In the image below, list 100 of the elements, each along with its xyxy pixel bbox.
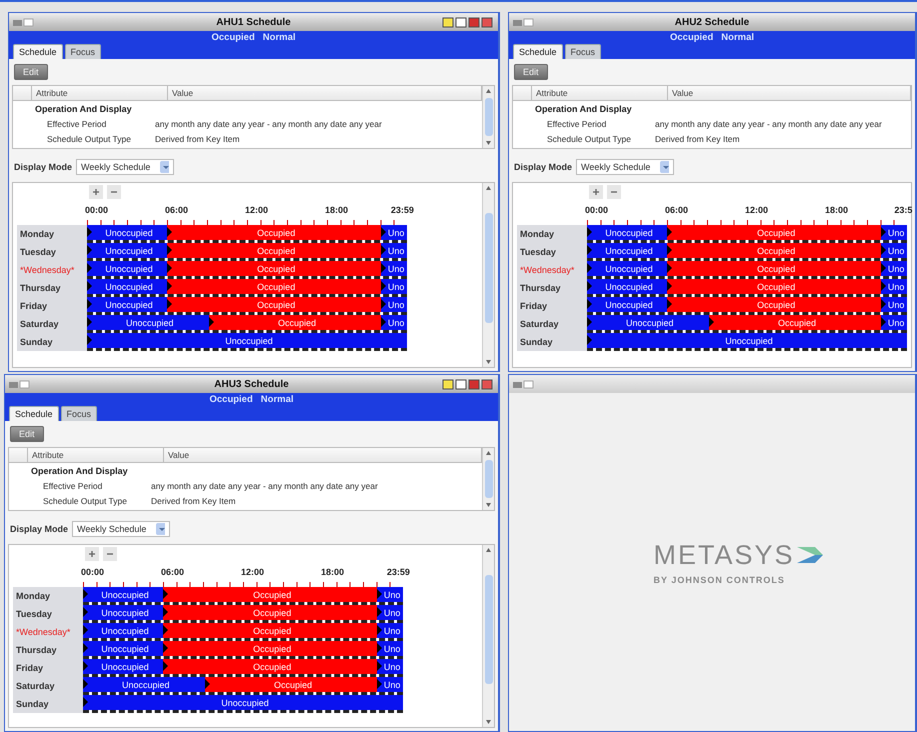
schedule-block[interactable]: Unoccupied (587, 225, 667, 240)
schedule-block[interactable]: Unoccupied (87, 315, 209, 330)
day-label: Monday (17, 225, 87, 243)
schedule-block[interactable]: Unoccupied (87, 297, 167, 312)
schedule-block[interactable]: Occupied (667, 243, 882, 258)
tab[interactable]: Schedule (9, 406, 59, 421)
schedule-block[interactable]: Uno (881, 297, 907, 312)
schedule-block[interactable]: Occupied (163, 605, 378, 620)
schedule-block[interactable]: Occupied (167, 279, 382, 294)
scrollbar[interactable] (482, 183, 494, 367)
schedule-block[interactable]: Unoccupied (587, 297, 667, 312)
schedule-block[interactable]: Unoccupied (87, 279, 167, 294)
schedule-block[interactable]: Occupied (167, 243, 382, 258)
window-menu-icon[interactable] (9, 379, 31, 389)
schedule-block[interactable]: Occupied (208, 315, 382, 330)
tab[interactable]: Focus (60, 406, 98, 421)
schedule-block[interactable]: Uno (381, 279, 407, 294)
window-title: AHU3 Schedule (213, 378, 290, 390)
display-mode-dropdown[interactable]: Weekly Schedule (72, 521, 170, 537)
schedule-block[interactable]: Occupied (163, 623, 378, 638)
zoom-out-button[interactable]: − (107, 185, 121, 199)
schedule-block[interactable]: Occupied (708, 315, 882, 330)
schedule-block[interactable]: Uno (377, 677, 403, 692)
schedule-block[interactable]: Unoccupied (83, 587, 163, 602)
display-mode-dropdown[interactable]: Weekly Schedule (576, 159, 674, 175)
schedule-block[interactable]: Occupied (167, 225, 382, 240)
time-label: 23:59 (386, 567, 410, 577)
schedule-block[interactable]: Occupied (667, 225, 882, 240)
time-label: 12:00 (745, 205, 768, 215)
window-menu-icon[interactable] (513, 379, 535, 389)
column-header[interactable]: Attribute (32, 86, 168, 100)
schedule-block[interactable]: Uno (381, 261, 407, 276)
schedule-block[interactable]: Uno (377, 587, 403, 602)
tab[interactable]: Schedule (513, 44, 563, 59)
schedule-block[interactable]: Uno (381, 297, 407, 312)
schedule-block[interactable]: Unoccupied (83, 659, 163, 674)
schedule-block[interactable]: Uno (377, 659, 403, 674)
schedule-block[interactable]: Unoccupied (587, 243, 667, 258)
schedule-block[interactable]: Unoccupied (83, 677, 205, 692)
schedule-block[interactable]: Unoccupied (587, 315, 709, 330)
schedule-block[interactable]: Unoccupied (83, 695, 403, 710)
schedule-block[interactable]: Uno (881, 243, 907, 258)
scrollbar[interactable] (482, 448, 494, 510)
attribute-value: Derived from Key Item (154, 134, 240, 144)
schedule-block[interactable]: Uno (377, 605, 403, 620)
window-controls-icon[interactable] (442, 16, 494, 28)
schedule-block[interactable]: Unoccupied (83, 605, 163, 620)
tab[interactable]: Schedule (13, 44, 63, 59)
schedule-block[interactable]: Occupied (667, 261, 882, 276)
window-menu-icon[interactable] (13, 17, 35, 27)
schedule-block[interactable]: Unoccupied (587, 279, 667, 294)
day-label: *Wednesday* (17, 261, 87, 279)
zoom-out-button[interactable]: − (607, 185, 621, 199)
zoom-in-button[interactable]: + (85, 547, 99, 561)
window-controls-icon[interactable] (442, 378, 494, 390)
scrollbar[interactable] (482, 86, 494, 148)
schedule-block[interactable]: Occupied (163, 587, 378, 602)
time-label: 18:00 (325, 205, 348, 215)
schedule-block[interactable]: Occupied (167, 297, 382, 312)
schedule-block[interactable]: Unoccupied (83, 623, 163, 638)
schedule-block[interactable]: Unoccupied (87, 225, 167, 240)
schedule-block[interactable]: Occupied (163, 659, 378, 674)
schedule-block[interactable]: Occupied (204, 677, 378, 692)
schedule-block[interactable]: Uno (377, 641, 403, 656)
schedule-block[interactable]: Unoccupied (587, 333, 907, 348)
schedule-block[interactable]: Unoccupied (87, 243, 167, 258)
attribute-name: Schedule Output Type (546, 134, 632, 144)
schedule-block[interactable]: Occupied (167, 261, 382, 276)
zoom-in-button[interactable]: + (589, 185, 603, 199)
zoom-out-button[interactable]: − (103, 547, 117, 561)
zoom-in-button[interactable]: + (89, 185, 103, 199)
schedule-block[interactable]: Uno (381, 315, 407, 330)
schedule-block[interactable]: Unoccupied (587, 261, 667, 276)
day-label: Friday (17, 297, 87, 315)
tab[interactable]: Focus (64, 44, 102, 59)
schedule-block[interactable]: Uno (881, 261, 907, 276)
schedule-block[interactable]: Uno (377, 623, 403, 638)
display-mode-label: Display Mode (10, 524, 68, 534)
schedule-block[interactable]: Uno (881, 225, 907, 240)
schedule-block[interactable]: Occupied (667, 279, 882, 294)
tab[interactable]: Focus (564, 44, 602, 59)
scrollbar[interactable] (482, 545, 494, 727)
column-header[interactable]: Value (668, 86, 911, 100)
schedule-block[interactable]: Uno (881, 279, 907, 294)
display-mode-dropdown[interactable]: Weekly Schedule (76, 159, 174, 175)
schedule-block[interactable]: Unoccupied (83, 641, 163, 656)
schedule-block[interactable]: Occupied (667, 297, 882, 312)
schedule-block[interactable]: Uno (381, 225, 407, 240)
day-label: Friday (517, 297, 587, 315)
window-menu-icon[interactable] (513, 17, 535, 27)
day-label: *Wednesday* (517, 261, 587, 279)
column-header[interactable]: Attribute (532, 86, 668, 100)
column-header[interactable]: Attribute (28, 448, 164, 462)
schedule-block[interactable]: Occupied (163, 641, 378, 656)
schedule-block[interactable]: Uno (881, 315, 907, 330)
schedule-block[interactable]: Unoccupied (87, 333, 407, 348)
attribute-name: Schedule Output Type (42, 496, 128, 506)
dropdown-arrow-icon (156, 523, 166, 535)
schedule-block[interactable]: Uno (381, 243, 407, 258)
schedule-block[interactable]: Unoccupied (87, 261, 167, 276)
